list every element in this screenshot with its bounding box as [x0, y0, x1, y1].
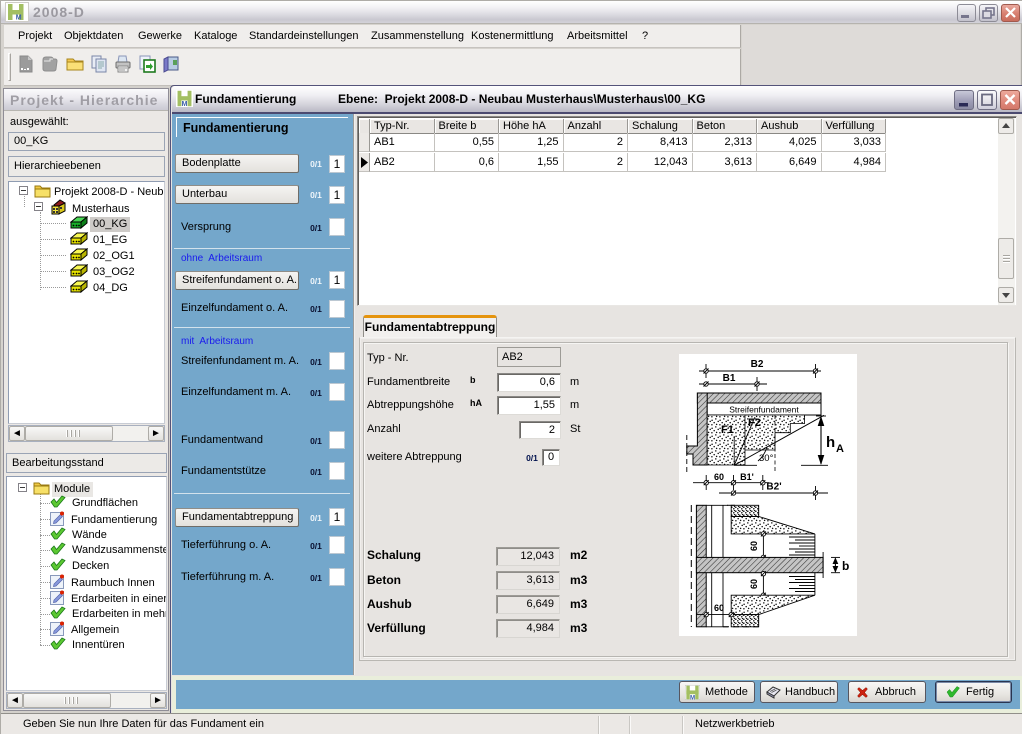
svg-text:B2: B2 [751, 359, 764, 370]
svg-text:F2: F2 [748, 417, 761, 429]
svg-text:B2': B2' [766, 482, 781, 493]
svg-text:B1': B1' [740, 472, 754, 482]
svg-text:M: M [16, 15, 22, 22]
svg-text:b: b [842, 559, 849, 573]
svg-text:60: 60 [714, 472, 724, 482]
svg-text:B1: B1 [723, 373, 736, 384]
svg-text:M: M [690, 694, 695, 700]
svg-text:A: A [836, 443, 844, 455]
svg-text:M: M [182, 101, 188, 107]
svg-text:60: 60 [714, 603, 724, 613]
svg-text:h: h [826, 434, 835, 451]
svg-text:F1: F1 [721, 424, 734, 436]
svg-text:Streifenfundament: Streifenfundament [729, 405, 799, 415]
svg-text:60: 60 [749, 541, 759, 551]
svg-text:30°: 30° [759, 453, 774, 464]
svg-text:60: 60 [749, 579, 759, 589]
